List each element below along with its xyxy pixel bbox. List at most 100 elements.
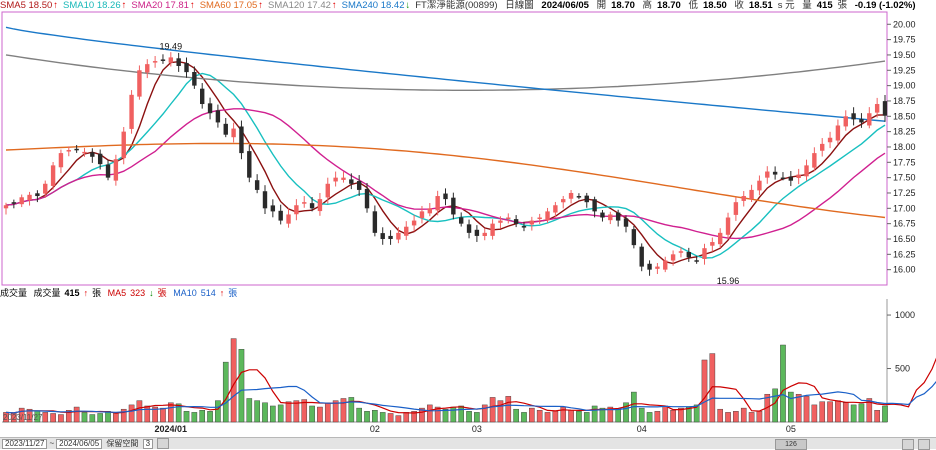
volume-bar [497, 400, 504, 423]
candle-body [804, 165, 809, 177]
candle-body [19, 197, 24, 205]
price-tick-label: 18.50 [893, 111, 916, 121]
candle-body [90, 152, 95, 157]
candle-body [333, 177, 338, 182]
volume-bar [120, 408, 127, 423]
volume-bar [246, 398, 253, 423]
candle-body [749, 189, 754, 199]
price-tick-label: 16.75 [893, 219, 916, 229]
volume-bar [576, 411, 582, 423]
stock-chart[interactable]: 20.00 19.75 19.50 19.25 19.00 18.75 18.50 18.25… [0, 0, 936, 448]
candle-body [702, 248, 707, 259]
axis-start-date: 2023/11/27 [3, 413, 43, 422]
candle-body [757, 180, 762, 191]
candle-body [372, 211, 378, 233]
timeline-scroll-thumb[interactable]: 126 [775, 439, 807, 450]
candle-body [207, 103, 213, 114]
candle-body [458, 217, 464, 224]
volume-bar [772, 388, 778, 423]
candle-body [568, 192, 574, 199]
candle-body [396, 232, 401, 240]
candle-body [639, 246, 644, 267]
scroll-left-button[interactable] [157, 438, 170, 449]
candle-body [521, 226, 527, 228]
candle-body [364, 188, 370, 209]
candle-body [631, 229, 637, 246]
volume-bar [474, 412, 480, 423]
volume-bar [654, 411, 661, 423]
volume-bar [317, 406, 323, 423]
volume-bar [113, 413, 119, 423]
candle-body [82, 151, 87, 154]
candle-body [851, 113, 856, 120]
candle-body [506, 217, 511, 220]
price-tick-label: 19.50 [893, 50, 916, 60]
sma-line-sma20 [5, 108, 886, 240]
candle-body [859, 119, 864, 123]
candle-body [97, 153, 103, 165]
zoom-button[interactable] [918, 439, 930, 450]
volume-bar [568, 410, 574, 423]
price-tick-label: 18.00 [893, 142, 916, 152]
volume-bar [709, 353, 716, 423]
volume-bar [733, 411, 739, 423]
volume-bar [835, 400, 841, 423]
volume-bar [638, 407, 645, 423]
candle-body [3, 205, 9, 209]
volume-bar [97, 413, 103, 423]
x-axis-label: 2024/01 [155, 424, 188, 434]
candle-body [443, 193, 448, 200]
volume-bar [756, 411, 763, 423]
candle-body [200, 88, 205, 105]
volume-bar [160, 407, 166, 423]
candle-body [827, 137, 833, 143]
volume-bar [458, 405, 464, 423]
volume-bar [819, 401, 826, 423]
candle-body [592, 199, 597, 212]
candle-body [356, 181, 362, 190]
candle-body [231, 128, 236, 138]
volume-bar [591, 405, 598, 423]
candle-body [608, 214, 613, 221]
volume-bar [324, 402, 331, 423]
volume-bar [583, 412, 590, 423]
volume-bar [717, 408, 723, 423]
candle-body [772, 171, 778, 175]
keep-space-label: 保留空間 [106, 439, 139, 448]
volume-bar [364, 411, 370, 423]
volume-bar [662, 405, 669, 423]
x-axis-label: 04 [637, 424, 647, 434]
candle-body [223, 123, 228, 135]
candle-body [325, 183, 330, 198]
price-tick-label: 19.00 [893, 81, 916, 91]
candle-body [113, 159, 119, 181]
volume-bar [646, 412, 653, 423]
candle-body [466, 224, 472, 233]
candle-body [874, 104, 880, 113]
candle-body [843, 116, 848, 127]
price-tick-label: 17.75 [893, 157, 916, 167]
range-separator: ~ [49, 439, 55, 448]
price-tick-label: 17.25 [893, 188, 916, 198]
candle-body [741, 196, 746, 201]
volume-bar [811, 404, 818, 423]
candle-body [66, 150, 71, 152]
candle-body [215, 110, 221, 123]
volume-bar [858, 403, 865, 423]
candle-body [796, 174, 801, 178]
candle-body [192, 71, 197, 86]
candle-body [302, 202, 307, 204]
x-axis-label: 05 [786, 424, 796, 434]
candle-body [435, 196, 440, 211]
candle-body [882, 101, 888, 116]
volume-bar [136, 400, 143, 423]
scroll-right-button[interactable] [902, 439, 914, 450]
candle-body [58, 153, 64, 168]
candle-body [765, 171, 770, 178]
candle-body [513, 219, 519, 224]
candle-body [278, 210, 283, 221]
candle-body [686, 252, 691, 258]
candle-body [341, 177, 346, 180]
candle-body [725, 217, 731, 235]
price-tick-label: 16.50 [893, 234, 916, 244]
